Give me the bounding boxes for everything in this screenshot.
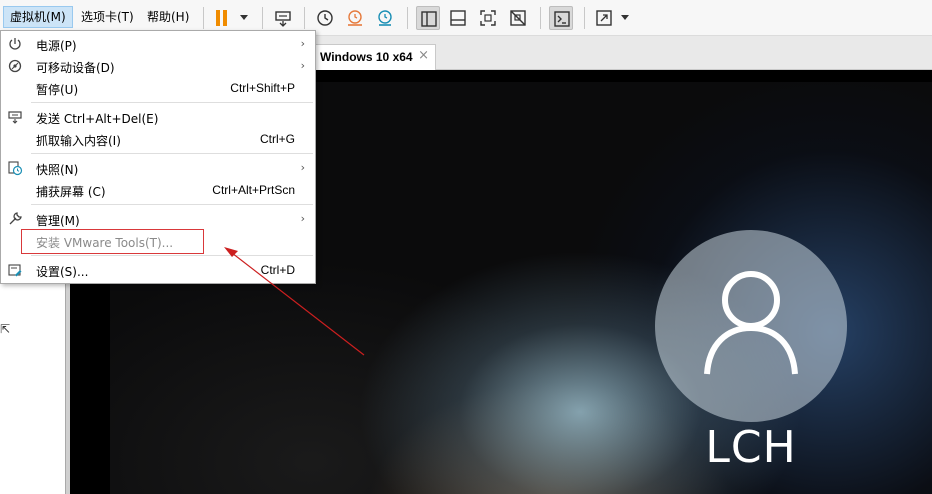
revert-clock-icon xyxy=(348,10,362,26)
toolbar-separator xyxy=(304,7,305,29)
settings-icon xyxy=(7,262,23,278)
toolbar-separator xyxy=(584,7,585,29)
menu-separator xyxy=(31,153,313,154)
menu-shortcut: Ctrl+G xyxy=(259,132,295,146)
tab-title: Windows 10 x64 xyxy=(320,50,413,64)
menu-item-label: 快照(N) xyxy=(36,163,79,177)
submenu-arrow-icon: › xyxy=(300,59,305,72)
show-library-button[interactable] xyxy=(416,6,440,30)
send-cad-button[interactable] xyxy=(271,6,295,30)
thumbnail-bar-button[interactable] xyxy=(446,6,470,30)
toolbar-separator xyxy=(262,7,263,29)
menu-item-send-ctrl-alt-del[interactable]: 发送 Ctrl+Alt+Del(E) xyxy=(1,106,315,128)
snapshot-manager-icon xyxy=(378,10,392,26)
submenu-arrow-icon: › xyxy=(300,161,305,174)
menu-item-label: 发送 Ctrl+Alt+Del(E) xyxy=(36,112,159,126)
pause-dropdown-arrow[interactable] xyxy=(240,15,248,20)
snapshot-manager-button[interactable] xyxy=(373,6,397,30)
submenu-arrow-icon: › xyxy=(300,37,305,50)
user-icon xyxy=(704,271,798,375)
menu-vm[interactable]: 虚拟机(M) xyxy=(3,6,73,28)
menu-item-label: 捕获屏幕 (C) xyxy=(36,185,106,199)
unity-disabled-icon xyxy=(510,10,526,26)
stretch-dropdown-arrow[interactable] xyxy=(621,15,629,20)
menu-tabs[interactable]: 选项卡(T) xyxy=(75,6,140,28)
submenu-arrow-icon: › xyxy=(300,212,305,225)
menu-shortcut: Ctrl+Alt+PrtScn xyxy=(212,183,295,197)
menu-item-removable-devices[interactable]: 可移动设备(D) › xyxy=(1,55,315,77)
wrench-icon xyxy=(7,211,23,227)
menu-item-settings[interactable]: 设置(S)... Ctrl+D xyxy=(1,259,315,281)
mouse-cursor-icon: ⇱ xyxy=(0,322,11,336)
menu-item-label: 可移动设备(D) xyxy=(36,61,115,75)
pause-icon xyxy=(216,10,227,26)
fullscreen-button[interactable] xyxy=(476,6,500,30)
unity-button[interactable] xyxy=(506,6,530,30)
menu-item-label: 设置(S)... xyxy=(36,265,89,279)
snapshot-button[interactable] xyxy=(313,6,337,30)
stretch-icon xyxy=(596,10,612,26)
thumbnail-view-icon xyxy=(450,10,466,26)
menu-item-pause[interactable]: 暂停(U) Ctrl+Shift+P xyxy=(1,77,315,99)
clock-icon xyxy=(317,10,333,26)
menu-item-power[interactable]: 电源(P) › xyxy=(1,33,315,55)
pause-button[interactable] xyxy=(210,6,234,30)
toolbar-separator xyxy=(203,7,204,29)
fullscreen-icon xyxy=(480,10,496,26)
tab-windows-10-x64[interactable]: Windows 10 x64 × xyxy=(314,44,436,70)
user-avatar[interactable] xyxy=(655,230,847,422)
menu-shortcut: Ctrl+D xyxy=(260,263,295,277)
menu-shortcut: Ctrl+Shift+P xyxy=(230,81,295,95)
revert-snapshot-button[interactable] xyxy=(343,6,367,30)
menu-separator xyxy=(31,102,313,103)
menu-item-label: 暂停(U) xyxy=(36,83,79,97)
library-view-icon xyxy=(421,11,437,27)
menu-item-grab-input[interactable]: 抓取输入内容(I) Ctrl+G xyxy=(1,128,315,150)
menu-help[interactable]: 帮助(H) xyxy=(141,6,195,28)
keyboard-send-icon xyxy=(275,11,291,27)
removable-device-icon xyxy=(7,58,23,74)
keyboard-send-icon xyxy=(7,109,23,125)
toolbar-separator xyxy=(407,7,408,29)
annotation-highlight-box xyxy=(21,229,204,254)
power-icon xyxy=(7,36,23,52)
menu-item-manage[interactable]: 管理(M) › xyxy=(1,208,315,230)
menu-item-snapshot[interactable]: 快照(N) › xyxy=(1,157,315,179)
stretch-button[interactable] xyxy=(592,6,616,30)
menu-separator xyxy=(31,255,313,256)
snapshot-icon xyxy=(7,160,23,176)
console-icon xyxy=(554,11,570,27)
toolbar-separator xyxy=(540,7,541,29)
menu-item-capture-screen[interactable]: 捕获屏幕 (C) Ctrl+Alt+PrtScn xyxy=(1,179,315,201)
console-view-button[interactable] xyxy=(549,6,573,30)
menu-separator xyxy=(31,204,313,205)
menu-item-label: 电源(P) xyxy=(36,39,77,53)
tab-close-icon[interactable]: × xyxy=(418,48,429,63)
menu-item-label: 抓取输入内容(I) xyxy=(36,134,121,148)
menu-item-label: 管理(M) xyxy=(36,214,80,228)
lockscreen-username: LCH xyxy=(705,422,797,473)
